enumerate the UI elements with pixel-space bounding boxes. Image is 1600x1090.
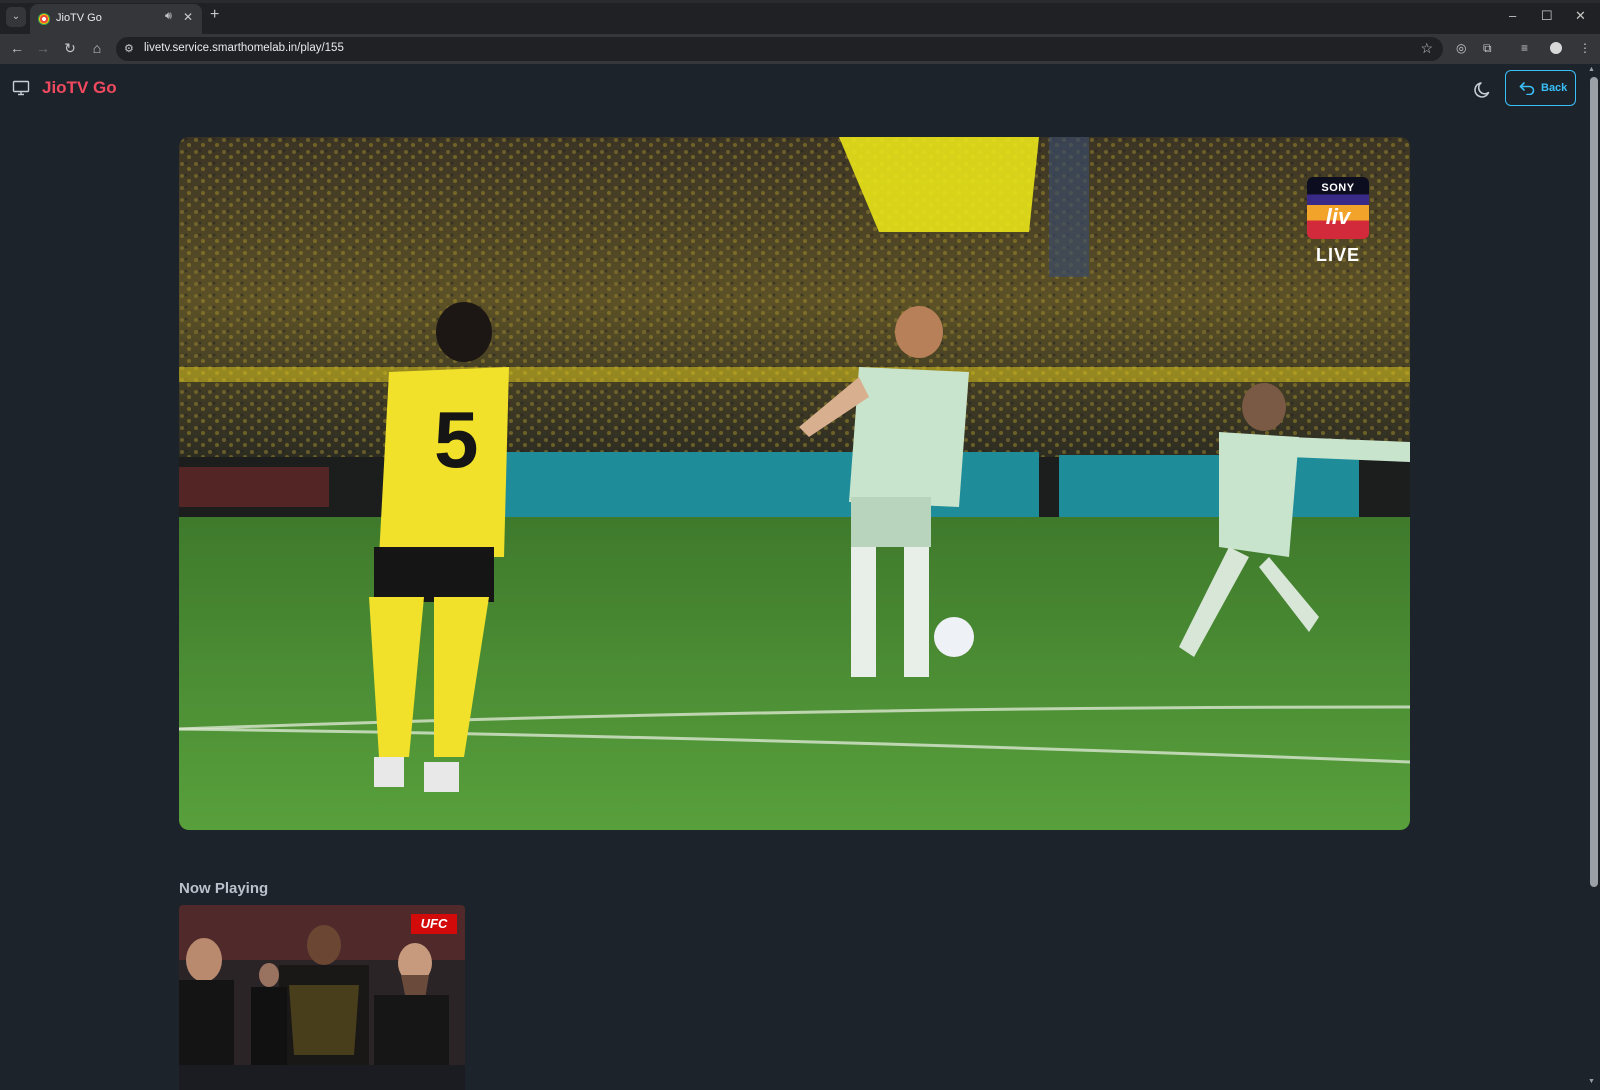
scroll-down-icon[interactable]: ▼ bbox=[1588, 1078, 1595, 1085]
back-button-label: Back bbox=[1541, 82, 1568, 94]
video-player[interactable]: 5 SONY liv LIVE bbox=[179, 137, 1410, 830]
tab-close-icon[interactable]: ✕ bbox=[183, 10, 193, 24]
site-info-icon[interactable]: ⚙ bbox=[124, 42, 134, 55]
forward-arrow-icon[interactable]: → bbox=[34, 40, 52, 56]
undo-arrow-icon bbox=[1519, 82, 1535, 95]
tab-search-chevron-icon[interactable]: ⌄ bbox=[6, 7, 26, 27]
media-control-icon[interactable]: ≡ bbox=[1521, 41, 1528, 55]
brand-title[interactable]: JioTV Go bbox=[42, 78, 117, 98]
browser-tab-active[interactable]: JioTV Go 🔊︎ ✕ bbox=[30, 4, 202, 34]
reload-icon[interactable]: ↻ bbox=[61, 40, 79, 57]
profile-avatar[interactable] bbox=[1548, 40, 1564, 56]
extension-icon[interactable]: ◎ bbox=[1456, 41, 1466, 55]
live-label: LIVE bbox=[1315, 245, 1360, 265]
chrome-favicon-icon bbox=[38, 13, 50, 25]
bookmark-strip bbox=[0, 0, 1600, 3]
back-button[interactable]: Back bbox=[1505, 70, 1576, 106]
close-window-icon[interactable]: ✕ bbox=[1575, 8, 1586, 24]
scroll-up-icon[interactable]: ▲ bbox=[1588, 66, 1595, 73]
home-icon[interactable]: ⌂ bbox=[88, 40, 106, 56]
browser-toolbar: ← → ↻ ⌂ ⚙ livetv.service.smarthomelab.in… bbox=[0, 34, 1600, 64]
puzzle-icon[interactable]: ⧉ bbox=[1483, 41, 1492, 56]
address-bar[interactable]: ⚙ livetv.service.smarthomelab.in/play/15… bbox=[116, 37, 1443, 61]
tab-title: JioTV Go bbox=[56, 12, 102, 24]
browser-tab-bar: ⌄ JioTV Go 🔊︎ ✕ + – ☐ ✕ bbox=[0, 0, 1600, 34]
video-frame: 5 bbox=[179, 137, 1410, 830]
liv-logo-text: liv bbox=[1325, 204, 1351, 229]
tab-audio-icon[interactable]: 🔊︎ bbox=[165, 10, 172, 23]
sonyliv-logo: SONY liv bbox=[1307, 177, 1369, 239]
app-navbar: JioTV Go Back bbox=[0, 64, 1586, 116]
url-text[interactable]: livetv.service.smarthomelab.in/play/155 bbox=[144, 42, 344, 54]
moon-icon[interactable] bbox=[1473, 78, 1495, 100]
channel-card[interactable]: UFC bbox=[179, 905, 465, 1090]
monitor-icon[interactable] bbox=[12, 79, 30, 97]
maximize-icon[interactable]: ☐ bbox=[1541, 8, 1553, 24]
menu-kebab-icon[interactable]: ⋮ bbox=[1579, 41, 1591, 55]
svg-text:5: 5 bbox=[434, 395, 479, 484]
scrollbar-thumb[interactable] bbox=[1590, 77, 1598, 887]
sony-logo-text: SONY bbox=[1321, 182, 1355, 194]
back-arrow-icon[interactable]: ← bbox=[8, 40, 26, 56]
now-playing-heading: Now Playing bbox=[179, 880, 269, 897]
new-tab-icon[interactable]: + bbox=[210, 6, 219, 24]
ufc-logo: UFC bbox=[411, 914, 457, 934]
minimize-icon[interactable]: – bbox=[1509, 8, 1516, 23]
bookmark-star-icon[interactable]: ☆ bbox=[1420, 40, 1433, 57]
